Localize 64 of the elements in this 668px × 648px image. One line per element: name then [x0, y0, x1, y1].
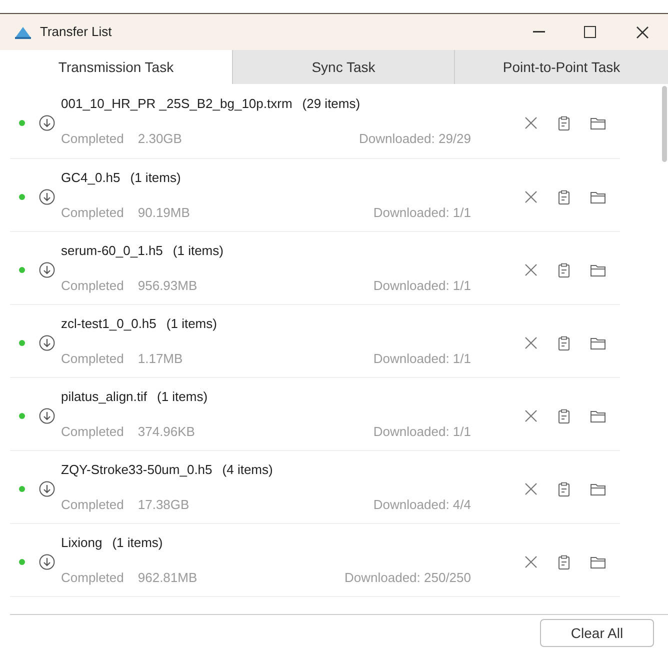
folder-icon[interactable]: [590, 116, 606, 130]
item-count: (29 items): [302, 95, 360, 113]
task-status: Completed: [61, 350, 124, 368]
file-name: 001_10_HR_PR _25S_B2_bg_10p.txrm: [61, 95, 292, 113]
downloaded-count: Downloaded: 1/1: [373, 350, 471, 368]
folder-icon[interactable]: [590, 336, 606, 350]
task-status: Completed: [61, 422, 124, 441]
downloaded-count: Downloaded: 250/250: [344, 568, 471, 586]
task-status: Completed: [61, 568, 124, 587]
download-icon: [39, 262, 55, 278]
task-status: Completed: [61, 276, 124, 295]
close-icon[interactable]: [636, 26, 648, 38]
clipboard-icon[interactable]: [558, 554, 570, 570]
file-size: 956.93MB: [138, 276, 198, 294]
file-name: ZQY-Stroke33-50um_0.h5: [61, 461, 212, 479]
folder-icon[interactable]: [590, 264, 606, 276]
download-icon: [39, 554, 55, 570]
file-size: 2.30GB: [138, 130, 182, 148]
file-size: 1.17MB: [138, 350, 183, 368]
downloaded-count: Downloaded: 1/1: [373, 204, 471, 222]
file-size: 90.19MB: [138, 204, 190, 222]
task-status: Completed: [61, 496, 124, 514]
clipboard-icon[interactable]: [558, 190, 570, 204]
folder-icon[interactable]: [590, 556, 606, 568]
clipboard-icon[interactable]: [558, 482, 570, 496]
file-name: pilatus_align.tif: [61, 388, 147, 406]
downloaded-count: Downloaded: 1/1: [373, 422, 471, 440]
tab[interactable]: Point-to-Point Task: [454, 50, 668, 84]
item-count: (1 items): [112, 534, 163, 552]
task-status: Completed: [61, 204, 124, 222]
tab[interactable]: Sync Task: [232, 50, 454, 84]
clipboard-icon[interactable]: [558, 116, 570, 130]
downloaded-count: Downloaded: 29/29: [358, 130, 471, 148]
clipboard-icon[interactable]: [558, 262, 570, 278]
folder-icon[interactable]: [590, 190, 606, 204]
file-name: Lixiong: [61, 534, 102, 552]
folder-icon[interactable]: [590, 410, 606, 422]
file-name: serum-60_0_1.h5: [61, 242, 163, 260]
file-size: 17.38GB: [138, 496, 190, 514]
clipboard-icon[interactable]: [558, 336, 570, 350]
item-count: (4 items): [222, 461, 273, 479]
download-icon: [39, 115, 55, 131]
download-icon: [39, 335, 55, 351]
clear-all-button[interactable]: Clear All: [540, 619, 654, 647]
item-count: (1 items): [130, 169, 181, 187]
minimize-icon[interactable]: [533, 31, 545, 33]
download-icon: [39, 408, 55, 424]
file-name: GC4_0.h5: [61, 169, 120, 187]
download-icon: [39, 189, 55, 205]
file-name: zcl-test1_0_0.h5: [61, 315, 156, 333]
item-count: (1 items): [172, 242, 224, 260]
folder-icon[interactable]: [590, 482, 606, 496]
maximize-icon[interactable]: [584, 26, 596, 38]
file-size: 962.81MB: [138, 568, 198, 586]
window-title: Transfer List: [40, 23, 112, 42]
download-icon: [39, 481, 55, 497]
downloaded-count: Downloaded: 4/4: [373, 496, 471, 514]
clipboard-icon[interactable]: [558, 408, 570, 424]
downloaded-count: Downloaded: 1/1: [373, 276, 471, 294]
file-size: 374.96KB: [138, 422, 195, 440]
scrollbar-thumb[interactable]: [662, 86, 667, 162]
item-count: (1 items): [166, 315, 217, 333]
task-status: Completed: [61, 130, 124, 148]
item-count: (1 items): [157, 388, 208, 406]
